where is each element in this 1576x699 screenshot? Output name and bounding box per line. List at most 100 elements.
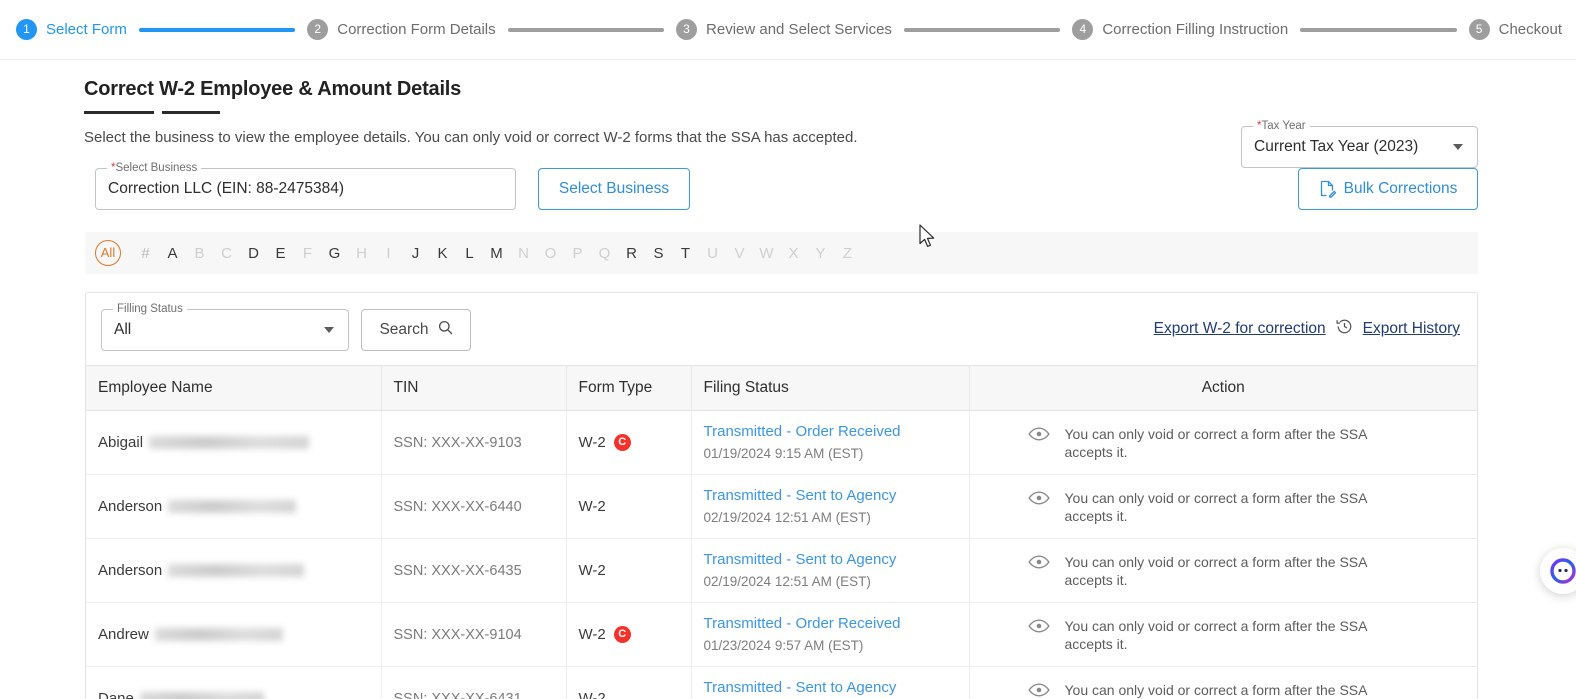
column-header-employee-name: Employee Name [86, 365, 382, 411]
table-row: Abigail SSN: XXX-XX-9103 W-2 C Transmitted -… [86, 410, 1477, 475]
export-history-link[interactable]: Export History [1363, 320, 1460, 338]
business-row: *Select Business Correction LLC (EIN: 88… [0, 161, 1576, 210]
cell-employee-name: Abigail [86, 410, 382, 475]
action-message: You can only void or correct a form afte… [1064, 553, 1367, 588]
redacted-last-name [168, 500, 297, 513]
alphabet-filter-h[interactable]: H [348, 245, 375, 262]
alphabet-filter-v[interactable]: V [726, 245, 753, 262]
stepper-step-4[interactable]: 4 Correction Filling Instruction [1072, 19, 1288, 40]
stepper-step-2[interactable]: 2 Correction Form Details [307, 19, 496, 40]
employee-first-name: Anderson [98, 498, 163, 515]
cell-action: You can only void or correct a form afte… [969, 538, 1477, 603]
alphabet-filter-g[interactable]: G [321, 245, 348, 262]
table-row: Anderson SSN: XXX-XX-6435 W-2 Transmitted -… [86, 538, 1477, 603]
alphabet-filter-o[interactable]: O [537, 245, 564, 262]
cell-filing-status: Transmitted - Sent to Agency 02/19/2024 1… [691, 538, 970, 603]
select-business-button[interactable]: Select Business [538, 168, 690, 210]
search-button[interactable]: Search [361, 309, 471, 351]
alphabet-filter-i[interactable]: I [375, 245, 402, 262]
redacted-last-name [154, 628, 283, 641]
alphabet-filter-w[interactable]: W [753, 245, 780, 262]
filing-status-link[interactable]: Transmitted - Sent to Agency [704, 486, 957, 506]
cell-employee-name: Anderson [86, 538, 382, 603]
history-clock-icon[interactable] [1335, 317, 1354, 341]
filing-status-link[interactable]: Transmitted - Order Received [704, 422, 957, 442]
alphabet-filter-y[interactable]: Y [807, 245, 834, 262]
filing-status-link[interactable]: Transmitted - Order Received [704, 614, 957, 634]
stepper-step-number: 3 [676, 19, 698, 40]
select-business-input[interactable]: *Select Business Correction LLC (EIN: 88… [95, 161, 516, 210]
view-eye-icon[interactable] [1027, 490, 1050, 510]
cell-form-type: W-2 C [566, 410, 692, 475]
cell-action: You can only void or correct a form afte… [969, 410, 1477, 475]
page-root: 1 Select Form 2 Correction Form Details 3 Rev… [0, 0, 1576, 699]
employee-first-name: Dane [98, 690, 134, 699]
redacted-last-name [139, 692, 264, 699]
employee-first-name: Abigail [98, 434, 144, 451]
tax-year-label: *Tax Year [1253, 119, 1310, 133]
stepper-step-number: 1 [16, 19, 37, 40]
stepper-step-3[interactable]: 3 Review and Select Services [676, 19, 892, 40]
column-header-filing-status: Filing Status [691, 365, 970, 411]
view-eye-icon[interactable] [1027, 426, 1050, 446]
alphabet-filter-a[interactable]: A [159, 245, 186, 262]
cell-tin: SSN: XXX-XX-6440 [381, 474, 567, 539]
table-row: Dane SSN: XXX-XX-6431 W-2 Transmitted - Sen… [86, 666, 1477, 699]
alphabet-filter-p[interactable]: P [564, 245, 591, 262]
alphabet-filter-all[interactable]: All [95, 240, 121, 266]
stepper-step-number: 4 [1072, 19, 1094, 40]
view-eye-icon[interactable] [1027, 554, 1050, 574]
stepper-step-1[interactable]: 1 Select Form [16, 19, 127, 40]
alphabet-filter-x[interactable]: X [780, 245, 807, 262]
stepper-step-5[interactable]: 5 Checkout [1468, 19, 1562, 40]
alphabet-filter-u[interactable]: U [699, 245, 726, 262]
table-row: Andrew SSN: XXX-XX-9104 W-2 C Transmitted - … [86, 602, 1477, 667]
stepper-connector-2 [507, 27, 665, 32]
alphabet-filter-q[interactable]: Q [591, 245, 618, 262]
stepper-step-number: 5 [1468, 19, 1490, 40]
alphabet-filter-f[interactable]: F [294, 245, 321, 262]
alphabet-filter-c[interactable]: C [213, 245, 240, 262]
alphabet-filter-z[interactable]: Z [834, 245, 861, 262]
correction-badge-icon: C [613, 626, 631, 643]
cell-action: You can only void or correct a form afte… [969, 666, 1477, 699]
alphabet-filter-j[interactable]: J [402, 245, 429, 262]
form-type-label: W-2 [578, 626, 606, 643]
alphabet-filter-n[interactable]: N [510, 245, 537, 262]
alphabet-filter-t[interactable]: T [672, 245, 699, 262]
alphabet-filter-b[interactable]: B [186, 245, 213, 262]
tax-year-select[interactable]: *Tax Year Current Tax Year (2023) [1241, 119, 1478, 168]
filing-status-link[interactable]: Transmitted - Sent to Agency [704, 678, 957, 698]
alphabet-filter-s[interactable]: S [645, 245, 672, 262]
alphabet-filter-m[interactable]: M [483, 245, 510, 262]
form-type-label: W-2 [578, 562, 606, 579]
alphabet-filter-l[interactable]: L [456, 245, 483, 262]
employee-first-name: Anderson [98, 562, 163, 579]
bulk-corrections-button[interactable]: Bulk Corrections [1298, 168, 1478, 210]
alphabet-filter-k[interactable]: K [429, 245, 456, 262]
filing-status-date: 02/19/2024 12:51 AM (EST) [703, 574, 871, 589]
view-eye-icon[interactable] [1027, 618, 1050, 638]
filling-status-select[interactable]: Filling Status All [101, 302, 349, 351]
alphabet-filter-r[interactable]: R [618, 245, 645, 262]
cell-tin: SSN: XXX-XX-9104 [381, 602, 567, 667]
select-business-label: *Select Business [107, 161, 202, 175]
stepper-connector-3 [903, 27, 1061, 32]
form-type-label: W-2 [578, 690, 606, 699]
filing-status-link[interactable]: Transmitted - Sent to Agency [704, 550, 957, 570]
search-icon [438, 320, 453, 340]
bulk-corrections-icon [1319, 180, 1336, 198]
search-button-label: Search [379, 321, 429, 338]
export-w2-for-correction-link[interactable]: Export W-2 for correction [1154, 320, 1326, 338]
select-business-value: Correction LLC (EIN: 88-2475384) [108, 180, 345, 197]
alphabet-filter-hash[interactable]: # [132, 245, 159, 262]
column-header-action: Action [969, 365, 1477, 411]
correction-badge-icon: C [613, 434, 631, 451]
alphabet-filter-d[interactable]: D [240, 245, 267, 262]
alphabet-filter-e[interactable]: E [267, 245, 294, 262]
view-eye-icon[interactable] [1027, 682, 1050, 699]
cell-filing-status: Transmitted - Sent to Agency02/19/2024 1… [691, 666, 970, 699]
cell-form-type: W-2 [566, 474, 692, 539]
table-header-row: Employee Name TIN Form Type Filing Statu… [86, 365, 1477, 411]
progress-stepper: 1 Select Form 2 Correction Form Details 3 Rev… [0, 0, 1576, 60]
